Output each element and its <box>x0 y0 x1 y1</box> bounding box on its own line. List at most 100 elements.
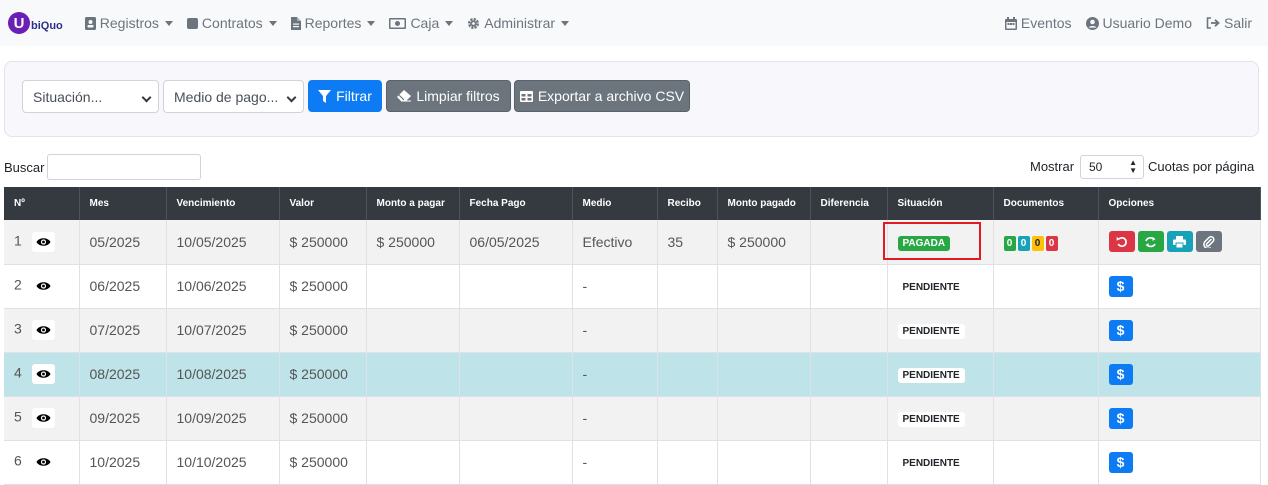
col-header[interactable]: Documentos <box>993 187 1099 220</box>
row-number: 6 <box>14 452 22 469</box>
eye-icon[interactable] <box>31 408 55 428</box>
undo-icon <box>1116 236 1127 247</box>
col-header[interactable]: Monto a pagar <box>366 187 460 220</box>
cell-medio: Efectivo <box>572 220 658 265</box>
col-header[interactable]: Vencimiento <box>166 187 280 220</box>
doc-count-badge[interactable]: 0 <box>1017 235 1030 251</box>
page-size-select[interactable]: 50 ▲ ▼ <box>1080 155 1144 179</box>
cell-recibo <box>657 440 718 485</box>
file-icon <box>290 16 301 30</box>
doc-count-badge[interactable]: 0 <box>1003 235 1016 251</box>
cell-valor: $ 250000 <box>279 220 367 265</box>
col-header[interactable]: Valor <box>279 187 367 220</box>
cell-fecha-pago <box>459 264 573 309</box>
search-input[interactable] <box>47 154 201 180</box>
pay-button[interactable]: $ <box>1108 451 1133 473</box>
table-row: 2 06/2025 10/06/2025 $ 250000 - PENDIENT… <box>4 264 1261 309</box>
medio-pago-select[interactable]: Medio de pago... <box>163 80 304 113</box>
col-header[interactable]: Diferencia <box>810 187 888 220</box>
cell-mes: 10/2025 <box>79 440 167 485</box>
nav-eventos[interactable]: Eventos <box>1004 15 1072 31</box>
cell-diferencia <box>810 264 888 309</box>
undo-button[interactable] <box>1108 231 1135 253</box>
cell-medio: - <box>572 440 658 485</box>
eye-icon[interactable] <box>31 320 55 340</box>
pay-button[interactable]: $ <box>1108 363 1133 385</box>
col-header[interactable]: Nº <box>4 187 80 220</box>
nav-salir[interactable]: Salir <box>1206 15 1252 31</box>
col-header[interactable]: Fecha Pago <box>459 187 573 220</box>
limpiar-filtros-button[interactable]: Limpiar filtros <box>386 80 511 112</box>
col-header[interactable]: Mes <box>79 187 167 220</box>
cell-monto-pagado <box>717 352 811 397</box>
id-card-icon <box>84 16 96 30</box>
col-header[interactable]: Situación <box>887 187 994 220</box>
print-button[interactable] <box>1166 231 1193 253</box>
col-header[interactable]: Recibo <box>657 187 718 220</box>
cuotas-table: Nº Mes Vencimiento Valor Monto a pagar F… <box>4 187 1261 485</box>
table-row: 5 09/2025 10/09/2025 $ 250000 - PENDIENT… <box>4 396 1261 441</box>
cell-monto-pagado <box>717 264 811 309</box>
gear-icon <box>468 17 480 29</box>
cell-valor: $ 250000 <box>279 308 367 353</box>
cell-monto-pagado: $ 250000 <box>717 220 811 265</box>
chevron-down-icon <box>367 20 376 26</box>
pay-button[interactable]: $ <box>1108 407 1133 429</box>
status-badge: PAGADA <box>897 235 951 251</box>
cell-recibo <box>657 352 718 397</box>
attach-button[interactable] <box>1195 231 1222 253</box>
cell-vencimiento: 10/07/2025 <box>166 308 280 353</box>
eye-icon[interactable] <box>31 231 55 252</box>
situacion-select[interactable]: Situación... <box>22 80 159 113</box>
pay-button[interactable]: $ <box>1108 275 1133 297</box>
cell-mes: 08/2025 <box>79 352 167 397</box>
situacion-select-value: Situación... <box>33 89 103 105</box>
table-header-row: Nº Mes Vencimiento Valor Monto a pagar F… <box>4 187 1261 220</box>
paperclip-icon <box>1202 235 1215 248</box>
nav-registros[interactable]: Registros <box>84 15 173 31</box>
cell-fecha-pago <box>459 308 573 353</box>
cell-vencimiento: 10/10/2025 <box>166 440 280 485</box>
brand-logo[interactable]: U biQuo <box>8 12 63 34</box>
cell-documentos <box>993 440 1099 485</box>
table-icon <box>519 90 533 102</box>
square-icon <box>186 17 198 29</box>
per-page-label: Cuotas por página <box>1148 159 1255 174</box>
col-header[interactable]: Monto pagado <box>717 187 811 220</box>
cash-icon <box>389 17 407 29</box>
exportar-csv-button[interactable]: Exportar a archivo CSV <box>514 80 690 112</box>
nav-usuario-label: Usuario Demo <box>1102 15 1192 31</box>
nav-contratos[interactable]: Contratos <box>186 15 277 31</box>
page-size-value: 50 <box>1089 160 1103 174</box>
eye-icon[interactable] <box>31 364 55 384</box>
col-header[interactable]: Opciones <box>1098 187 1261 220</box>
filtrar-button[interactable]: Filtrar <box>308 80 382 112</box>
cell-documentos <box>993 352 1099 397</box>
user-icon <box>1085 16 1099 30</box>
nav-usuario[interactable]: Usuario Demo <box>1085 15 1192 31</box>
cell-diferencia <box>810 396 888 441</box>
nav-caja[interactable]: Caja <box>389 15 454 31</box>
nav-administrar-label: Administrar <box>484 15 556 31</box>
doc-count-badge[interactable]: 0 <box>1045 235 1058 251</box>
table-row: 4 08/2025 10/08/2025 $ 250000 - PENDIENT… <box>4 352 1261 397</box>
col-header[interactable]: Medio <box>572 187 658 220</box>
nav-right: Eventos Usuario Demo Salir <box>991 15 1252 31</box>
doc-count-badge[interactable]: 0 <box>1031 235 1044 251</box>
nav-administrar[interactable]: Administrar <box>467 15 570 31</box>
nav-reportes-label: Reportes <box>304 15 362 31</box>
cell-monto-pagado <box>717 396 811 441</box>
eye-icon[interactable] <box>31 452 55 472</box>
sync-button[interactable] <box>1137 231 1164 253</box>
updown-icon: ▲ ▼ <box>1129 158 1137 175</box>
pay-button[interactable]: $ <box>1108 319 1133 341</box>
cell-valor: $ 250000 <box>279 352 367 397</box>
cell-recibo <box>657 396 718 441</box>
eye-icon[interactable] <box>31 276 55 296</box>
nav-salir-label: Salir <box>1223 15 1252 31</box>
cell-diferencia <box>810 352 888 397</box>
search-label: Buscar <box>4 160 45 175</box>
filtrar-button-label: Filtrar <box>336 88 372 104</box>
status-badge: PENDIENTE <box>897 280 965 295</box>
nav-reportes[interactable]: Reportes <box>290 15 376 31</box>
